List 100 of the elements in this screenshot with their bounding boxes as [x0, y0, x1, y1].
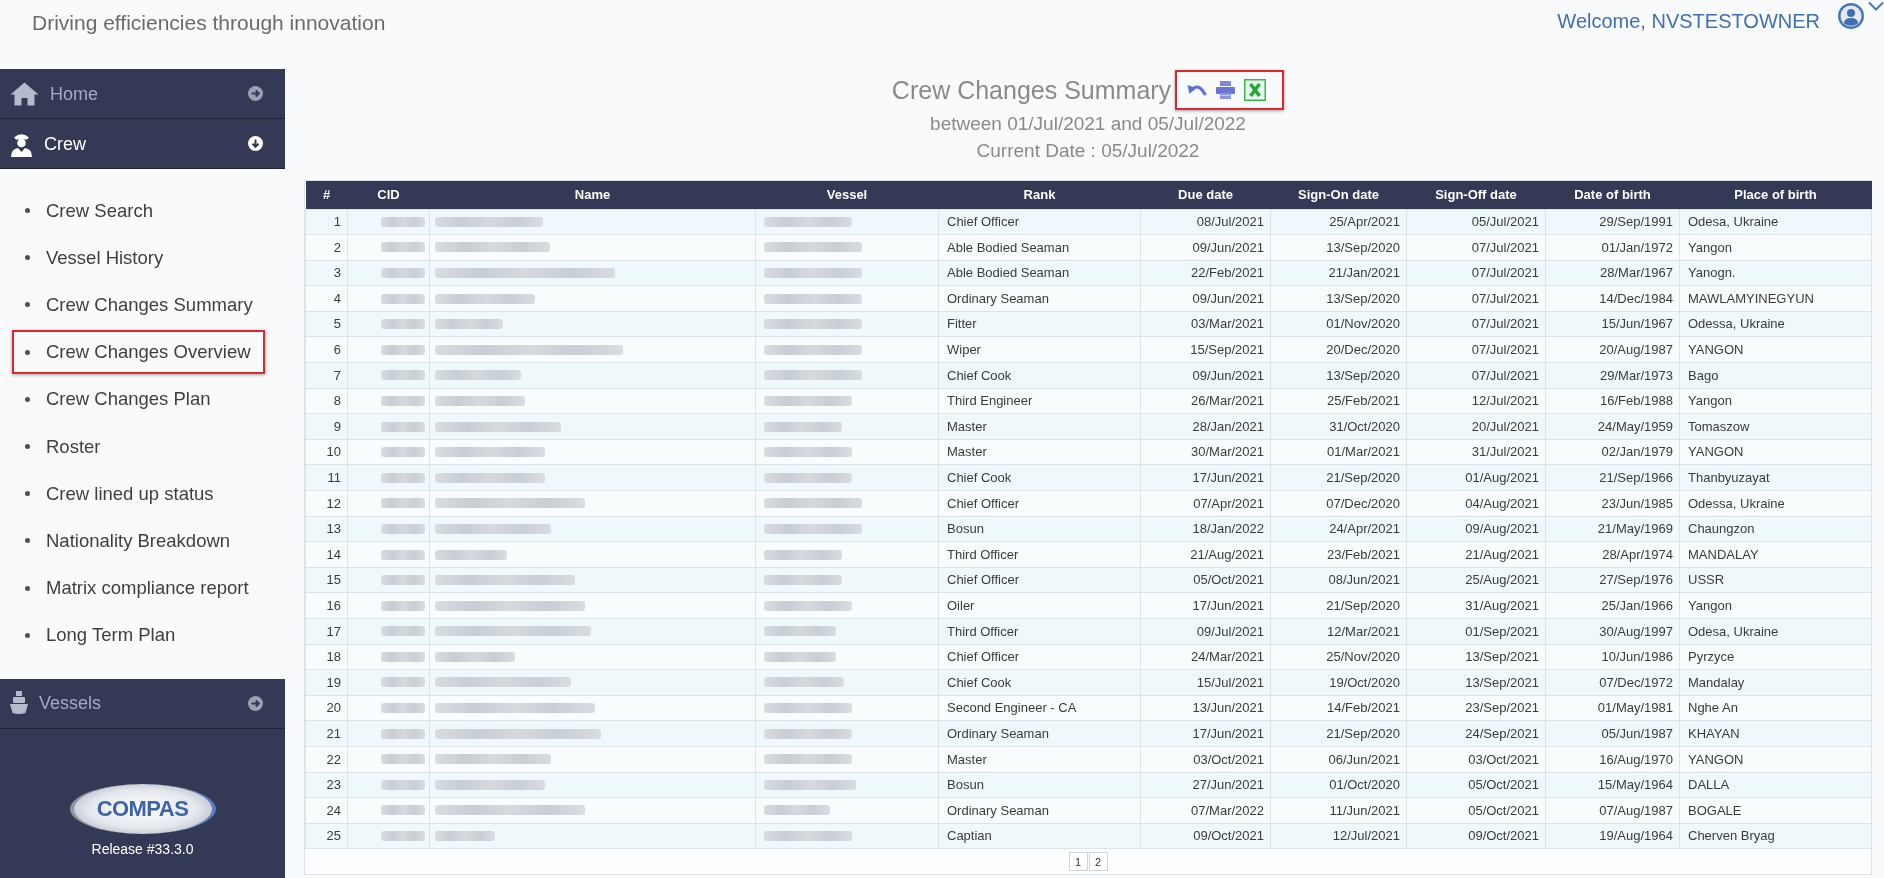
table-cell: 13/Jun/2021: [1140, 695, 1271, 721]
table-cell: 13/Sep/2020: [1270, 234, 1407, 261]
table-cell: 16/Aug/1970: [1545, 746, 1680, 773]
chevron-down-icon[interactable]: [1868, 1, 1884, 12]
table-cell: Bosun: [938, 516, 1141, 542]
page-button[interactable]: 1: [1068, 852, 1088, 872]
table-cell: Chief Cook: [938, 362, 1141, 389]
sidebar-link[interactable]: Crew Search: [12, 188, 167, 233]
sidebar-section[interactable]: Crew: [0, 119, 285, 169]
table-cell: 07/Jul/2021: [1406, 362, 1546, 389]
blurred-text-bar: [381, 472, 425, 483]
sidebar-link[interactable]: Crew Changes Summary: [12, 282, 267, 327]
table-cell: 31/Jul/2021: [1406, 439, 1546, 465]
table-cell: Second Engineer - CA: [938, 695, 1141, 721]
sidebar-link[interactable]: Nationality Breakdown: [12, 518, 245, 563]
house-icon: [10, 81, 39, 106]
table-cell: 18/Jan/2022: [1140, 516, 1271, 542]
table-cell: 07/Mar/2022: [1140, 797, 1271, 824]
row-number: 3: [305, 260, 348, 286]
sidebar-link[interactable]: Roster: [12, 424, 115, 469]
sidebar-link[interactable]: Crew Changes Plan: [12, 377, 225, 422]
sidebar-section[interactable]: Home: [0, 69, 285, 119]
table-cell: 01/Nov/2020: [1270, 311, 1407, 337]
user-avatar-icon[interactable]: [1838, 3, 1864, 29]
table-cell: Chaungzon: [1679, 516, 1872, 542]
current-date: Current Date : 05/Jul/2022: [976, 139, 1200, 163]
sidebar-link[interactable]: Vessel History: [12, 235, 178, 280]
sidebar-link[interactable]: Long Term Plan: [12, 613, 190, 658]
table-cell: 20/Jul/2021: [1406, 413, 1546, 440]
table-cell: 07/Dec/2020: [1270, 490, 1407, 517]
table-cell: 20/Dec/2020: [1270, 336, 1407, 363]
column-header: Due date: [1140, 181, 1271, 209]
row-number: 17: [305, 618, 348, 645]
release-version: Release #33.3.0: [91, 839, 194, 858]
blurred-text-bar: [381, 728, 425, 739]
table-cell: 19/Aug/1964: [1545, 823, 1680, 849]
tagline: Driving efficiencies through innovation: [32, 10, 386, 36]
blurred-text-bar: [381, 319, 425, 330]
sidebar-link[interactable]: Matrix compliance report: [12, 566, 263, 611]
table-cell: 17/Jun/2021: [1140, 464, 1271, 491]
column-header: Vessel: [755, 181, 939, 209]
table-cell: MAWLAMYINEGYUN: [1679, 285, 1872, 312]
table-cell: 11/Jun/2021: [1270, 797, 1407, 824]
table-cell: 21/Sep/2020: [1270, 720, 1407, 747]
table-cell: Oiler: [938, 592, 1141, 619]
table-cell: 01/Jan/1972: [1545, 234, 1680, 261]
row-number: 10: [305, 439, 348, 465]
row-number: 13: [305, 516, 348, 542]
blurred-text-bar: [381, 498, 425, 509]
table-cell: 26/Mar/2021: [1140, 388, 1271, 414]
x-box-icon[interactable]: [1244, 79, 1267, 101]
table-cell: 25/Nov/2020: [1270, 644, 1407, 670]
table-cell: 30/Mar/2021: [1140, 439, 1271, 465]
table-cell: Third Officer: [938, 618, 1141, 645]
table-cell: YANGON: [1679, 439, 1872, 465]
table-cell: Yangon: [1679, 388, 1872, 414]
row-number: 2: [305, 234, 348, 261]
blurred-text-bar: [381, 575, 425, 586]
table-cell: Chief Officer: [938, 567, 1141, 593]
table-cell: 12/Jul/2021: [1406, 388, 1546, 414]
table-cell: 03/Mar/2021: [1140, 311, 1271, 337]
row-number: 22: [305, 746, 348, 773]
table-cell: 09/Oct/2021: [1406, 823, 1546, 849]
table-cell: Third Officer: [938, 541, 1141, 568]
blurred-text-bar: [381, 447, 425, 458]
table-cell: 22/Feb/2021: [1140, 260, 1271, 286]
bullet-icon: [25, 208, 30, 214]
row-number: 18: [305, 644, 348, 670]
table-cell: 07/Jul/2021: [1406, 234, 1546, 261]
table-cell: 09/Jun/2021: [1140, 362, 1271, 389]
table-cell: Nghe An: [1679, 695, 1872, 721]
sidebar-section[interactable]: Vessels: [0, 678, 285, 729]
table-cell: 21/Sep/1966: [1545, 464, 1680, 491]
table-cell: 01/May/1981: [1545, 695, 1680, 721]
sidebar-link[interactable]: Crew Changes Overview: [12, 330, 265, 375]
row-number: 15: [305, 567, 348, 593]
bullet-icon: [25, 349, 30, 355]
sidebar-link[interactable]: Crew lined up status: [12, 471, 228, 516]
table-cell: 07/Jul/2021: [1406, 285, 1546, 312]
table-cell: Thanbyuzayat: [1679, 464, 1872, 491]
table-cell: Odessa, Ukraine: [1679, 490, 1872, 517]
table-cell: 07/Aug/1987: [1545, 797, 1680, 824]
row-number: 1: [305, 209, 348, 235]
ship-icon: [10, 691, 28, 716]
table-cell: 09/Aug/2021: [1406, 516, 1546, 542]
bullet-icon: [25, 255, 30, 261]
blurred-text-bar: [381, 293, 425, 304]
table-cell: DALLA: [1679, 772, 1872, 798]
bullet-icon: [25, 302, 30, 308]
row-number: 20: [305, 695, 348, 721]
printer-icon[interactable]: [1216, 81, 1236, 99]
report-period: between 01/Jul/2021 and 05/Jul/2022: [930, 112, 1246, 136]
report-title: Crew Changes Summary: [891, 75, 1172, 106]
arrow-right-circle-icon: [248, 695, 263, 711]
undo-icon[interactable]: [1187, 82, 1208, 98]
page-button[interactable]: 2: [1088, 852, 1108, 872]
table-cell: 31/Aug/2021: [1406, 592, 1546, 619]
row-number: 21: [305, 720, 348, 747]
table-cell: 28/Mar/1967: [1545, 260, 1680, 286]
table-cell: Yanogn.: [1679, 260, 1872, 286]
